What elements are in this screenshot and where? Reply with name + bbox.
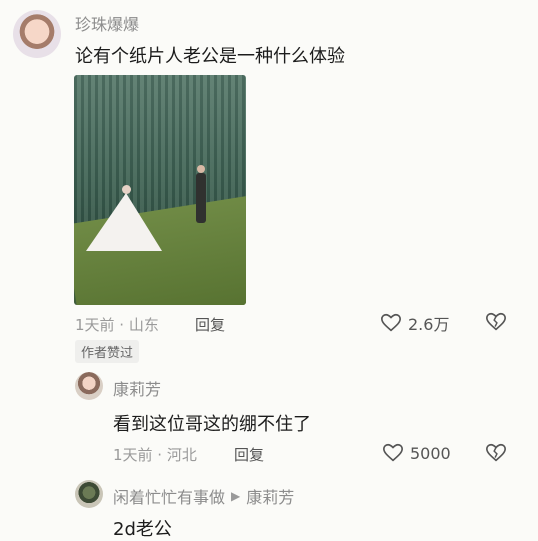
heart-icon — [383, 443, 403, 462]
reply-time-location: 1天前 · 河北 — [113, 446, 197, 464]
reply-text: 2d老公 — [113, 519, 172, 540]
author-liked-badge: 作者赞过 — [75, 340, 140, 363]
reply-username[interactable]: 康莉芳 — [113, 376, 161, 400]
comment-image[interactable] — [74, 75, 246, 305]
reply-to-username[interactable]: 康莉芳 — [246, 484, 294, 508]
reply-reply-button[interactable]: 回复 — [234, 444, 264, 465]
reply-username[interactable]: 闲着忙忙有事做 — [113, 484, 225, 508]
dislike-heart-icon[interactable] — [485, 442, 507, 464]
reply-header: 闲着忙忙有事做 ▶ 康莉芳 — [113, 484, 294, 508]
groom-figure — [196, 173, 206, 223]
reply-like-button[interactable]: 5000 — [382, 442, 451, 464]
comment-text: 论有个纸片人老公是一种什么体验 — [75, 46, 345, 67]
heart-icon — [381, 313, 401, 332]
reply-avatar[interactable] — [75, 480, 103, 508]
bride-head — [122, 185, 131, 194]
groom-head — [197, 165, 205, 173]
reply-avatar[interactable] — [75, 372, 103, 400]
like-count: 2.6万 — [408, 315, 450, 334]
dislike-heart-icon[interactable] — [485, 311, 507, 333]
like-button[interactable]: 2.6万 — [380, 311, 449, 335]
reply-like-count: 5000 — [410, 443, 451, 463]
reply-arrow-icon: ▶ — [231, 489, 241, 503]
comment-time-location: 1天前 · 山东 — [75, 316, 159, 334]
comment-username[interactable]: 珍珠爆爆 — [75, 11, 139, 35]
user-avatar[interactable] — [13, 10, 61, 58]
reply-button[interactable]: 回复 — [195, 314, 225, 335]
reply-text: 看到这位哥这的绷不住了 — [113, 414, 311, 435]
bride-figure — [86, 193, 162, 251]
